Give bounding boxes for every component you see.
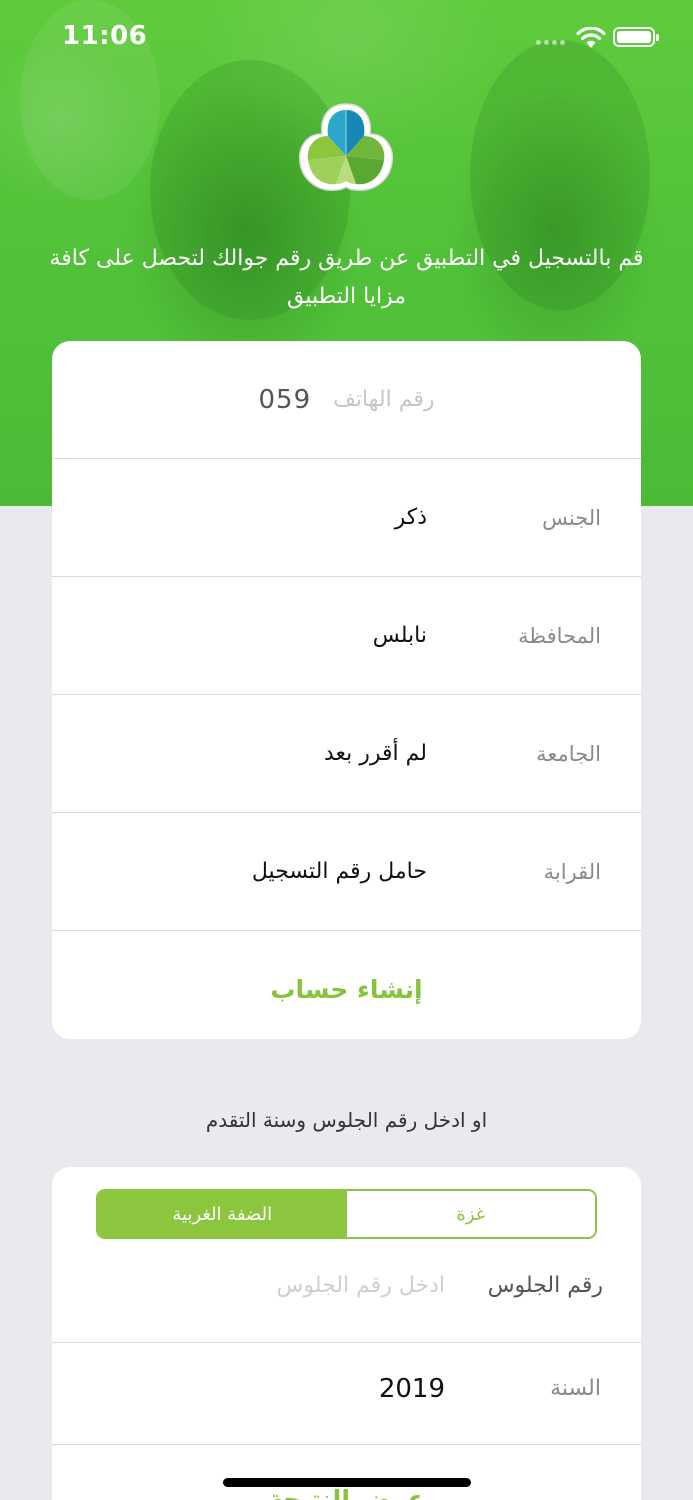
region-segmented-control: الضفة الغربية غزة	[96, 1189, 597, 1239]
gender-row[interactable]: الجنس ذكر	[52, 458, 641, 576]
alternative-instruction: او ادخل رقم الجلوس وسنة التقدم	[205, 1108, 488, 1132]
relation-value[interactable]: حامل رقم التسجيل	[252, 859, 427, 884]
phone-input[interactable]: 059 رقم الهاتف	[52, 341, 641, 458]
seat-number-input[interactable]: ادخل رقم الجلوس	[277, 1273, 445, 1298]
segment-gaza[interactable]: غزة	[346, 1191, 595, 1237]
phone-placeholder[interactable]: رقم الهاتف	[333, 387, 434, 412]
year-value[interactable]: 2019	[379, 1374, 445, 1404]
relation-row[interactable]: القرابة حامل رقم التسجيل	[52, 812, 641, 930]
status-bar: 11:06	[0, 0, 693, 80]
phone-row[interactable]: 059 رقم الهاتف	[52, 341, 641, 458]
register-card: 059 رقم الهاتف الجنس ذكر المحافظة نابلس …	[52, 341, 641, 1039]
university-row[interactable]: الجامعة لم أقرر بعد	[52, 694, 641, 812]
seat-card: الضفة الغربية غزة رقم الجلوس ادخل رقم ال…	[52, 1167, 641, 1500]
status-time: 11:06	[62, 21, 148, 51]
university-value[interactable]: لم أقرر بعد	[324, 741, 427, 766]
segment-west-bank[interactable]: الضفة الغربية	[98, 1191, 347, 1237]
governorate-row[interactable]: المحافظة نابلس	[52, 576, 641, 694]
relation-label: القرابة	[543, 859, 601, 884]
year-label: السنة	[550, 1376, 601, 1401]
university-label: الجامعة	[536, 741, 601, 766]
year-row[interactable]: السنة 2019	[52, 1344, 641, 1444]
screen: 11:06 قم بالتسجيل في التطبيق عن طريق رقم…	[0, 0, 693, 1500]
governorate-label: المحافظة	[518, 623, 601, 648]
show-result-button[interactable]: عرض النتيجة	[52, 1485, 641, 1500]
hero-description: قم بالتسجيل في التطبيق عن طريق رقم جوالك…	[49, 246, 644, 309]
governorate-value[interactable]: نابلس	[373, 623, 427, 648]
phone-prefix: 059	[258, 384, 312, 415]
signal-dots-icon	[536, 40, 565, 45]
create-account-row[interactable]: إنشاء حساب	[52, 930, 641, 1039]
wifi-icon	[576, 27, 606, 48]
app-logo-icon	[298, 103, 394, 191]
seat-number-label: رقم الجلوس	[487, 1273, 603, 1298]
gender-value[interactable]: ذكر	[395, 505, 427, 530]
divider	[52, 1342, 641, 1343]
seat-number-row[interactable]: رقم الجلوس ادخل رقم الجلوس	[52, 1239, 641, 1343]
create-account-button[interactable]: إنشاء حساب	[52, 975, 641, 1004]
divider	[52, 1444, 641, 1445]
gender-label: الجنس	[542, 505, 601, 530]
battery-icon	[613, 27, 659, 47]
home-indicator[interactable]	[223, 1478, 471, 1487]
